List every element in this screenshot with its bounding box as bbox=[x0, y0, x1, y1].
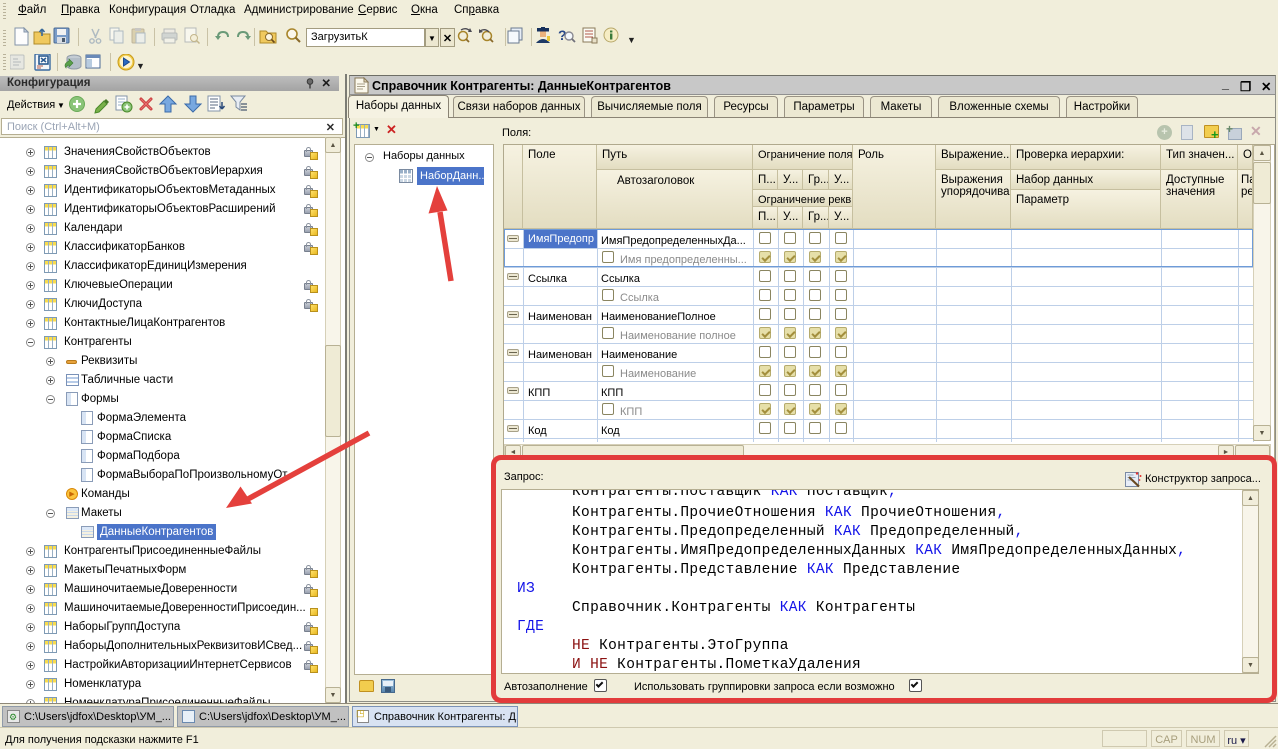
svg-text:▼: ▼ bbox=[627, 35, 636, 45]
svg-text:▼: ▼ bbox=[136, 61, 145, 71]
